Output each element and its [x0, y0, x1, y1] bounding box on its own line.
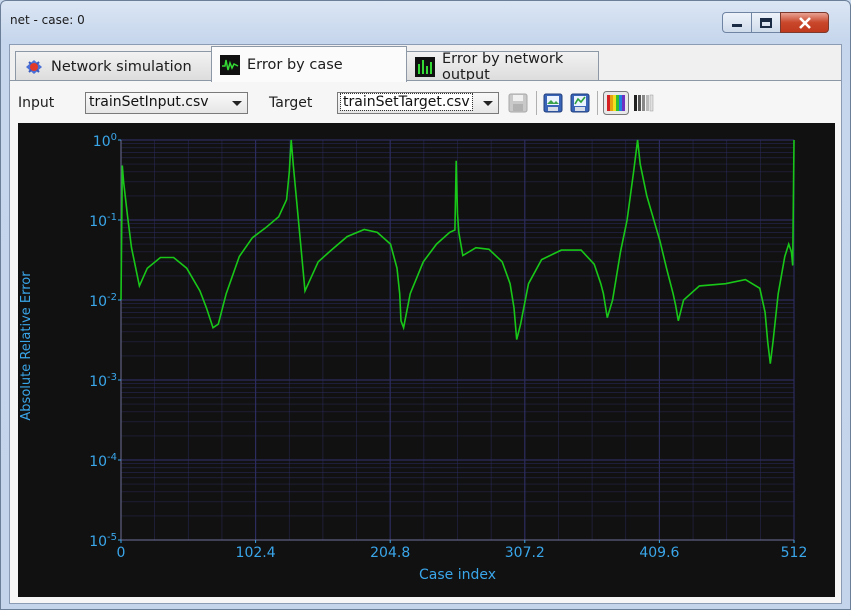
minimize-button[interactable] [722, 12, 752, 33]
y-tick-label: 10-4 [89, 452, 117, 470]
tab-label: Error by case [247, 56, 343, 73]
y-tick-label: 10-3 [89, 372, 117, 390]
title-bar[interactable]: net - case: 0 [1, 1, 850, 33]
error-waveform-icon [220, 54, 240, 75]
x-tick-label: 307.2 [505, 545, 545, 561]
x-tick-label: 512 [781, 545, 808, 561]
minimize-icon [732, 23, 742, 27]
y-tick-label: 10-1 [89, 212, 117, 230]
tab-label: Network simulation [51, 58, 192, 75]
y-axis-label: Absolute Relative Error [19, 271, 34, 421]
y-tick-label: 10-5 [89, 532, 117, 550]
tab-label: Error by network output [442, 50, 564, 83]
color-palette-icon[interactable] [603, 91, 629, 115]
input-label: Input [18, 95, 55, 111]
x-axis-label: Case index [419, 567, 496, 583]
tab-strip: Network simulation Error by case Error b… [10, 45, 841, 83]
close-icon [798, 16, 811, 29]
x-tick-labels: 0 102.4 204.8 307.2 409.6 512 [117, 540, 808, 561]
x-tick-label: 0 [117, 545, 126, 561]
close-button[interactable] [780, 12, 829, 33]
network-simulation-icon [26, 59, 42, 74]
input-file-select[interactable]: trainSetInput.csv [85, 92, 248, 114]
y-tick-label: 100 [93, 132, 117, 150]
error-chart: 100 10-1 10-2 10-3 10-4 10-5 0 102.4 204.8 307.2… [18, 123, 835, 597]
tab-error-by-case[interactable]: Error by case [211, 46, 407, 82]
y-tick-label: 10-2 [89, 292, 117, 310]
chevron-down-icon [483, 101, 493, 106]
export-image-icon[interactable] [542, 92, 564, 114]
x-tick-label: 102.4 [236, 545, 276, 561]
error-chart-svg: 100 10-1 10-2 10-3 10-4 10-5 0 102.4 204.8 307.2… [19, 132, 808, 583]
x-tick-label: 204.8 [370, 545, 410, 561]
client-area: Network simulation Error by case Error b… [9, 44, 842, 604]
error-by-case-panel: Input trainSetInput.csv Target trainSetT… [10, 81, 841, 603]
target-label: Target [269, 95, 313, 111]
restore-icon [760, 17, 772, 28]
window-title: net - case: 0 [10, 13, 85, 27]
tab-error-by-network-output[interactable]: Error by network output [406, 50, 599, 83]
target-file-select[interactable]: trainSetTarget.csv [337, 92, 499, 114]
export-data-icon[interactable] [569, 92, 591, 114]
maximize-button[interactable] [751, 12, 781, 33]
save-icon[interactable] [507, 92, 529, 114]
tab-network-simulation[interactable]: Network simulation [15, 51, 212, 81]
grayscale-palette-icon[interactable] [632, 92, 654, 114]
app-window: net - case: 0 Network simulation Error b… [0, 0, 851, 610]
y-tick-labels: 100 10-1 10-2 10-3 10-4 10-5 [89, 132, 121, 550]
x-tick-label: 409.6 [639, 545, 679, 561]
error-bars-icon [415, 56, 435, 77]
chevron-down-icon [232, 101, 242, 106]
